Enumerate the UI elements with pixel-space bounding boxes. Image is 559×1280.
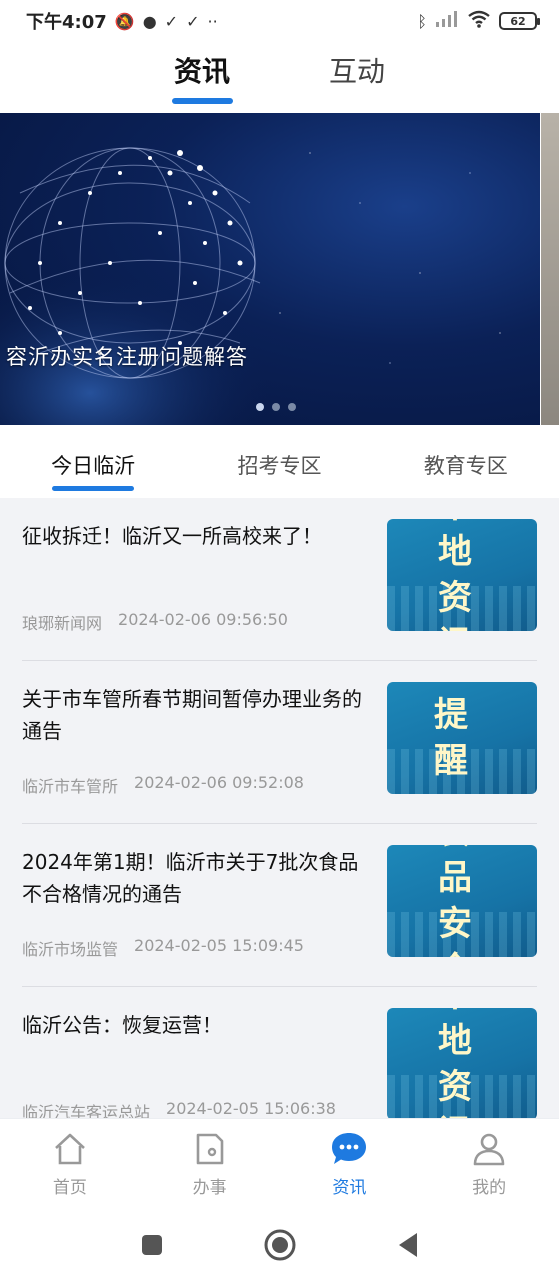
status-right: ᛒ 62 (417, 10, 540, 32)
globe-network-image (0, 147, 300, 425)
carousel-dot (272, 403, 280, 411)
top-tabs: 资讯 互动 (0, 42, 559, 112)
nav-home[interactable]: 首页 (0, 1119, 140, 1210)
thumbnail-label: 本 地 资 讯 (438, 1008, 486, 1118)
battery-icon: 62 (499, 12, 540, 30)
bottom-nav: 首页 办事 资讯 我的 (0, 1118, 559, 1210)
chat-icon (329, 1129, 369, 1169)
thumbnail-label: 提 醒 (434, 695, 490, 781)
news-thumbnail: 食 品 安 全 (387, 845, 537, 957)
home-button[interactable] (262, 1227, 298, 1263)
news-time: 2024-02-05 15:06:38 (166, 1099, 336, 1118)
news-meta: 临沂市场监管 2024-02-05 15:09:45 (22, 936, 304, 960)
news-meta: 琅琊新闻网 2024-02-06 09:56:50 (22, 610, 288, 634)
wifi-icon (467, 10, 491, 32)
tab-today-linyi[interactable]: 今日临沂 (0, 428, 186, 498)
news-meta: 临沂汽车客运总站 2024-02-05 15:06:38 (22, 1099, 336, 1118)
banner-next-slide-peek[interactable] (541, 113, 559, 425)
nav-services-label: 办事 (192, 1178, 227, 1198)
signal-icon (435, 11, 459, 31)
news-source: 临沂市车管所 (22, 777, 119, 796)
status-left: 下午4:07 🔕 ● ✓ ✓ ·· (26, 8, 218, 34)
mute-icon: 🔕 (114, 11, 135, 31)
news-title: 临沂公告：恢复运营！ (22, 1013, 222, 1037)
nav-profile-label: 我的 (472, 1178, 507, 1198)
nav-news[interactable]: 资讯 (280, 1119, 420, 1210)
news-source: 琅琊新闻网 (22, 614, 103, 633)
nav-profile[interactable]: 我的 (419, 1119, 559, 1210)
news-time: 2024-02-06 09:56:50 (118, 610, 288, 629)
status-bar: 下午4:07 🔕 ● ✓ ✓ ·· ᛒ 62 (0, 0, 559, 42)
carousel-dots (256, 403, 296, 411)
news-list: 征收拆迁！临沂又一所高校来了！ 琅琊新闻网 2024-02-06 09:56:5… (0, 498, 559, 1118)
carousel-dot (256, 403, 264, 411)
banner-carousel[interactable]: 容沂办实名注册问题解答 (0, 113, 540, 425)
user-icon (469, 1129, 509, 1169)
tab-education[interactable]: 教育专区 (373, 428, 559, 498)
thumbnail-label: 本 地 资 讯 (438, 519, 486, 631)
home-icon (50, 1129, 90, 1169)
nav-news-label: 资讯 (332, 1178, 367, 1198)
status-time: 下午4:07 (26, 12, 107, 33)
tab-recruitment[interactable]: 招考专区 (186, 428, 372, 498)
news-thumbnail: 本 地 资 讯 (387, 519, 537, 631)
tab-news[interactable]: 资讯 (125, 42, 280, 112)
bluetooth-icon: ᛒ (417, 11, 427, 31)
news-item[interactable]: 2024年第1期！临沂市关于7批次食品不合格情况的通告 临沂市场监管 2024-… (22, 824, 537, 987)
news-time: 2024-02-06 09:52:08 (134, 773, 304, 792)
thumbnail-label: 食 品 安 全 (438, 845, 486, 957)
news-title: 征收拆迁！临沂又一所高校来了！ (22, 524, 322, 548)
more-dots-icon: ·· (207, 11, 218, 31)
news-item[interactable]: 临沂公告：恢复运营！ 临沂汽车客运总站 2024-02-05 15:06:38 … (22, 987, 537, 1118)
nav-home-label: 首页 (52, 1178, 87, 1198)
banner-caption[interactable]: 容沂办实名注册问题解答 (6, 341, 248, 371)
news-source: 临沂市场监管 (22, 940, 119, 959)
document-icon (190, 1129, 230, 1169)
news-meta: 临沂市车管所 2024-02-06 09:52:08 (22, 773, 304, 797)
news-thumbnail: 提 醒 (387, 682, 537, 794)
news-item[interactable]: 征收拆迁！临沂又一所高校来了！ 琅琊新闻网 2024-02-06 09:56:5… (22, 498, 537, 661)
system-nav-bar (0, 1210, 559, 1280)
news-title: 关于市车管所春节期间暂停办理业务的通告 (22, 687, 362, 743)
category-tabs: 今日临沂 招考专区 教育专区 (0, 428, 559, 498)
news-source: 临沂汽车客运总站 (22, 1103, 151, 1118)
back-button[interactable] (390, 1227, 426, 1263)
recent-apps-button[interactable] (134, 1227, 170, 1263)
download-icon: ✓ (164, 11, 179, 31)
carousel-dot (288, 403, 296, 411)
download-icon: ✓ (186, 11, 200, 31)
tab-interaction[interactable]: 互动 (280, 42, 435, 112)
message-icon: ● (142, 11, 157, 31)
news-item[interactable]: 关于市车管所春节期间暂停办理业务的通告 临沂市车管所 2024-02-06 09… (22, 661, 537, 824)
news-title: 2024年第1期！临沂市关于7批次食品不合格情况的通告 (22, 850, 359, 906)
nav-services[interactable]: 办事 (140, 1119, 280, 1210)
news-thumbnail: 本 地 资 讯 (387, 1008, 537, 1118)
notification-icons: 🔕 ● ✓ ✓ ·· (115, 12, 218, 31)
news-time: 2024-02-05 15:09:45 (134, 936, 304, 955)
